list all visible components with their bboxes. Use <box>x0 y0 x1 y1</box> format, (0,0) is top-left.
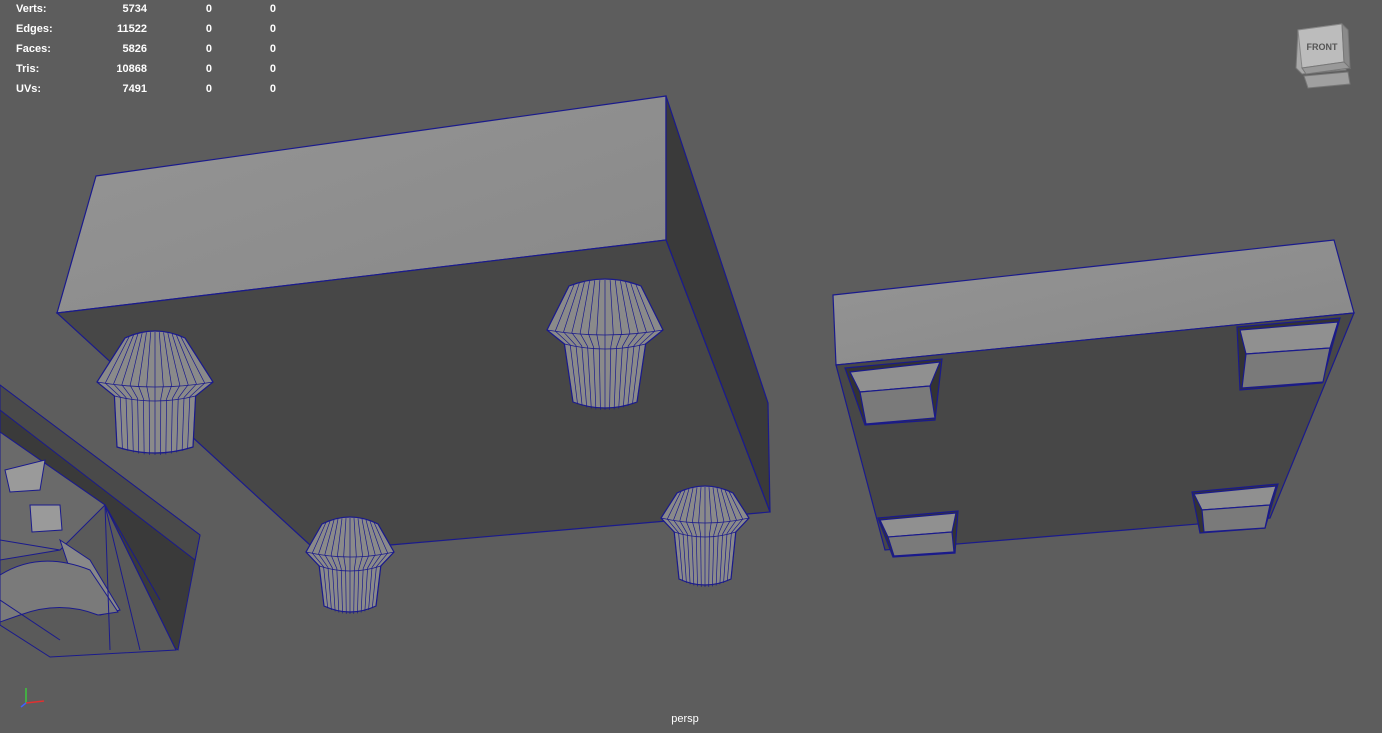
axis-gizmo-icon <box>18 685 48 709</box>
hud-label: Faces: <box>16 43 51 55</box>
hud-row-verts: Verts: 5734 0 0 <box>16 2 276 22</box>
hud-selected: 0 <box>205 23 212 35</box>
hud-label: Verts: <box>16 3 47 15</box>
large-box-mesh[interactable] <box>55 95 771 546</box>
hud-extra: 0 <box>269 43 276 55</box>
hud-count: 5734 <box>122 3 147 15</box>
hud-row-tris: Tris: 10868 0 0 <box>16 62 276 82</box>
hud-count: 10868 <box>116 63 147 75</box>
hud-selected: 0 <box>205 63 212 75</box>
camera-name-label: persp <box>671 713 699 725</box>
hud-extra: 0 <box>269 3 276 15</box>
small-box-mesh[interactable] <box>832 239 1355 558</box>
viewcube-icon[interactable]: FRONT <box>1294 22 1354 90</box>
hud-extra: 0 <box>269 63 276 75</box>
hud-selected: 0 <box>205 43 212 55</box>
hud-count: 7491 <box>122 83 147 95</box>
cone-foot-mesh[interactable] <box>305 516 395 614</box>
scene-geometry[interactable] <box>0 0 1382 733</box>
hud-row-faces: Faces: 5826 0 0 <box>16 42 276 62</box>
poly-count-hud: Verts: 5734 0 0 Edges: 11522 0 0 Faces: … <box>16 2 276 102</box>
hud-label: UVs: <box>16 83 42 95</box>
hud-extra: 0 <box>269 83 276 95</box>
hud-label: Edges: <box>16 23 53 35</box>
perspective-viewport[interactable]: Verts: 5734 0 0 Edges: 11522 0 0 Faces: … <box>0 0 1382 733</box>
hud-count: 11522 <box>117 23 147 35</box>
hud-row-uvs: UVs: 7491 0 0 <box>16 82 276 102</box>
viewcube-face-label: FRONT <box>1307 42 1338 52</box>
hud-extra: 0 <box>269 23 276 35</box>
hud-selected: 0 <box>205 3 212 15</box>
hud-count: 5826 <box>122 43 147 55</box>
hud-selected: 0 <box>205 83 212 95</box>
cone-foot-mesh[interactable] <box>660 485 750 587</box>
hud-row-edges: Edges: 11522 0 0 <box>16 22 276 42</box>
hud-label: Tris: <box>16 63 40 75</box>
